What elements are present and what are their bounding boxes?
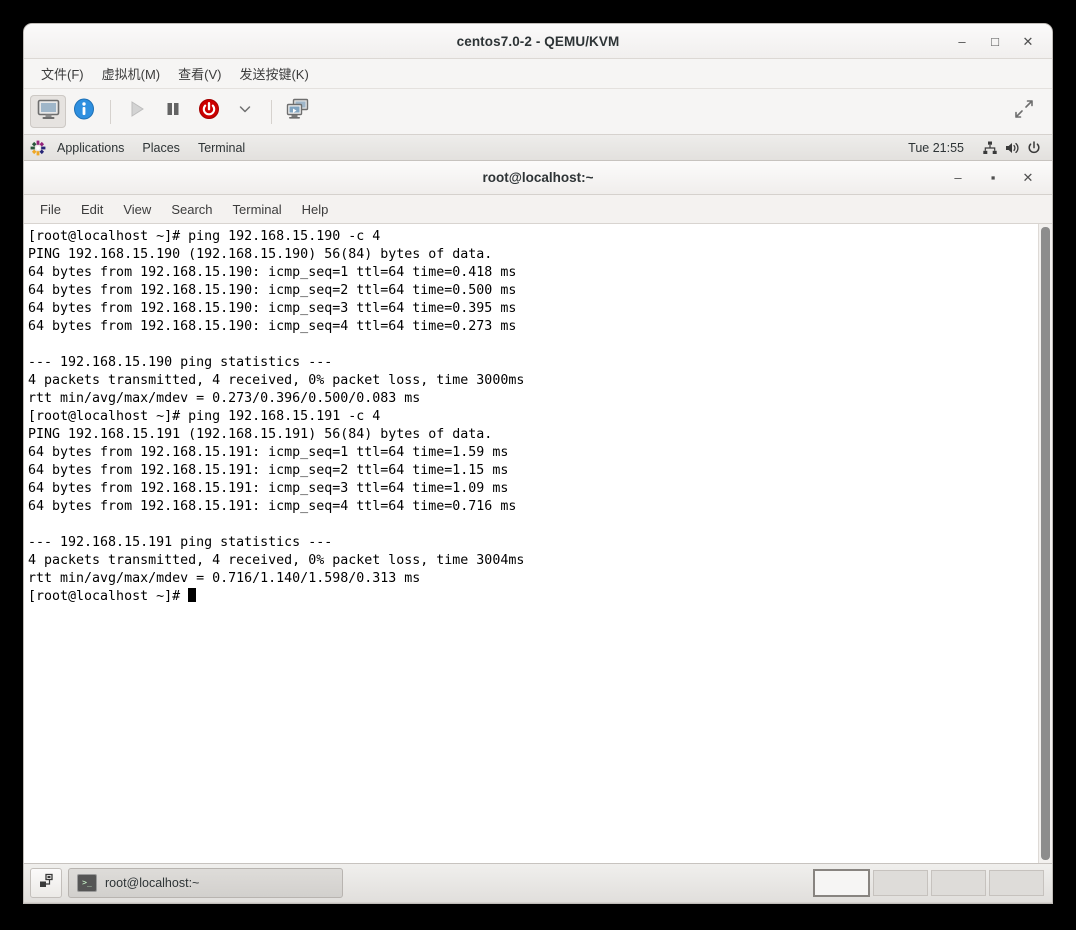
vm-toolbar (24, 89, 1052, 135)
terminal-menu-help[interactable]: Help (292, 199, 339, 220)
terminal-screen[interactable]: [root@localhost ~]# ping 192.168.15.190 … (24, 224, 1038, 863)
gnome-terminal-window: root@localhost:~ – ▪ ✕ File Edit View Se… (24, 161, 1052, 863)
terminal-line: PING 192.168.15.191 (192.168.15.191) 56(… (28, 427, 493, 442)
gnome-taskbar: >_ root@localhost:~ (24, 863, 1052, 902)
terminal-maximize-button[interactable]: ▪ (985, 170, 1001, 186)
terminal-menu-view[interactable]: View (113, 199, 161, 220)
fullscreen-icon (1013, 98, 1035, 125)
shutdown-menu-button[interactable] (227, 95, 263, 128)
vm-close-button[interactable]: ✕ (1020, 33, 1036, 49)
screens-icon (286, 98, 310, 125)
terminal-line: 64 bytes from 192.168.15.191: icmp_seq=1… (28, 445, 509, 460)
terminal-close-button[interactable]: ✕ (1020, 170, 1036, 186)
terminal-menubar: File Edit View Search Terminal Help (24, 195, 1052, 224)
taskbar-window-button[interactable]: >_ root@localhost:~ (68, 868, 343, 898)
play-icon (127, 99, 147, 124)
terminal-line: 64 bytes from 192.168.15.190: icmp_seq=1… (28, 265, 517, 280)
terminal-line: rtt min/avg/max/mdev = 0.716/1.140/1.598… (28, 571, 421, 586)
show-desktop-button[interactable] (30, 868, 62, 898)
guest-viewport[interactable]: Applications Places Terminal Tue 21:55 r… (24, 135, 1052, 903)
workspace-1[interactable] (813, 869, 870, 897)
terminal-line: 64 bytes from 192.168.15.190: icmp_seq=4… (28, 319, 517, 334)
terminal-icon: >_ (77, 874, 97, 892)
shutdown-button[interactable] (191, 95, 227, 128)
terminal-scrollbar-thumb[interactable] (1041, 227, 1050, 860)
pause-icon (163, 99, 183, 124)
vm-menu-send-key[interactable]: 发送按键(K) (230, 61, 317, 86)
toolbar-separator-2 (271, 99, 272, 124)
panel-menu-places[interactable]: Places (133, 141, 189, 155)
terminal-menu-file[interactable]: File (30, 199, 71, 220)
terminal-line: rtt min/avg/max/mdev = 0.273/0.396/0.500… (28, 391, 421, 406)
terminal-menu-terminal[interactable]: Terminal (223, 199, 292, 220)
panel-clock[interactable]: Tue 21:55 (908, 141, 978, 155)
info-icon (73, 98, 95, 125)
network-icon[interactable] (980, 138, 1000, 158)
terminal-line: 64 bytes from 192.168.15.191: icmp_seq=2… (28, 463, 509, 478)
power-icon[interactable] (1024, 138, 1044, 158)
workspace-switcher[interactable] (811, 869, 1046, 897)
terminal-scrollbar[interactable] (1038, 224, 1052, 863)
power-icon (198, 98, 220, 125)
terminal-line: 64 bytes from 192.168.15.191: icmp_seq=3… (28, 481, 509, 496)
console-view-button[interactable] (30, 95, 66, 128)
gnome-top-panel: Applications Places Terminal Tue 21:55 (24, 135, 1052, 161)
vm-menubar: 文件(F) 虚拟机(M) 查看(V) 发送按键(K) (24, 59, 1052, 89)
terminal-prompt: [root@localhost ~]# (28, 589, 189, 604)
snapshots-button[interactable] (280, 95, 316, 128)
terminal-menu-search[interactable]: Search (161, 199, 222, 220)
terminal-line: 64 bytes from 192.168.15.191: icmp_seq=4… (28, 499, 517, 514)
vm-titlebar: centos7.0-2 - QEMU/KVM – □ ✕ (24, 24, 1052, 59)
terminal-line: --- 192.168.15.191 ping statistics --- (28, 535, 333, 550)
vm-menu-view[interactable]: 查看(V) (169, 61, 230, 86)
panel-menu-terminal[interactable]: Terminal (189, 141, 254, 155)
vm-menu-virtual-machine[interactable]: 虚拟机(M) (93, 61, 170, 86)
vm-minimize-button[interactable]: – (954, 33, 970, 49)
vm-menu-file[interactable]: 文件(F) (32, 61, 93, 86)
terminal-prompt-line: [root@localhost ~]# (28, 588, 1038, 606)
terminal-line: 4 packets transmitted, 4 received, 0% pa… (28, 373, 525, 388)
vm-window-title: centos7.0-2 - QEMU/KVM (456, 33, 620, 49)
workspace-2[interactable] (873, 870, 928, 896)
terminal-menu-edit[interactable]: Edit (71, 199, 113, 220)
terminal-line: [root@localhost ~]# ping 192.168.15.190 … (28, 229, 381, 244)
terminal-minimize-button[interactable]: – (950, 170, 966, 186)
chevron-down-icon (237, 101, 253, 122)
terminal-line: --- 192.168.15.190 ping statistics --- (28, 355, 333, 370)
toolbar-separator-1 (110, 99, 111, 124)
terminal-cursor (188, 588, 197, 602)
terminal-window-title: root@localhost:~ (482, 170, 594, 185)
monitor-icon (37, 99, 60, 125)
terminal-line: [root@localhost ~]# ping 192.168.15.191 … (28, 409, 381, 424)
volume-icon[interactable] (1002, 138, 1022, 158)
panel-menu-applications[interactable]: Applications (48, 141, 133, 155)
terminal-titlebar: root@localhost:~ – ▪ ✕ (24, 161, 1052, 195)
vm-window-controls: – □ ✕ (954, 24, 1044, 58)
centos-logo-icon (30, 140, 46, 156)
terminal-line: 64 bytes from 192.168.15.190: icmp_seq=2… (28, 283, 517, 298)
workspace-4[interactable] (989, 870, 1044, 896)
pause-button[interactable] (155, 95, 191, 128)
terminal-line: 64 bytes from 192.168.15.190: icmp_seq=3… (28, 301, 517, 316)
terminal-line: PING 192.168.15.190 (192.168.15.190) 56(… (28, 247, 493, 262)
terminal-body: [root@localhost ~]# ping 192.168.15.190 … (24, 224, 1052, 863)
taskbar-window-label: root@localhost:~ (105, 876, 200, 890)
details-view-button[interactable] (66, 95, 102, 128)
vm-maximize-button[interactable]: □ (987, 33, 1003, 49)
fullscreen-button[interactable] (1006, 95, 1042, 128)
virt-manager-window: centos7.0-2 - QEMU/KVM – □ ✕ 文件(F) 虚拟机(M… (24, 24, 1052, 903)
run-button[interactable] (119, 95, 155, 128)
show-desktop-icon (38, 873, 54, 894)
terminal-line: 4 packets transmitted, 4 received, 0% pa… (28, 553, 525, 568)
terminal-window-controls: – ▪ ✕ (950, 161, 1044, 194)
workspace-3[interactable] (931, 870, 986, 896)
